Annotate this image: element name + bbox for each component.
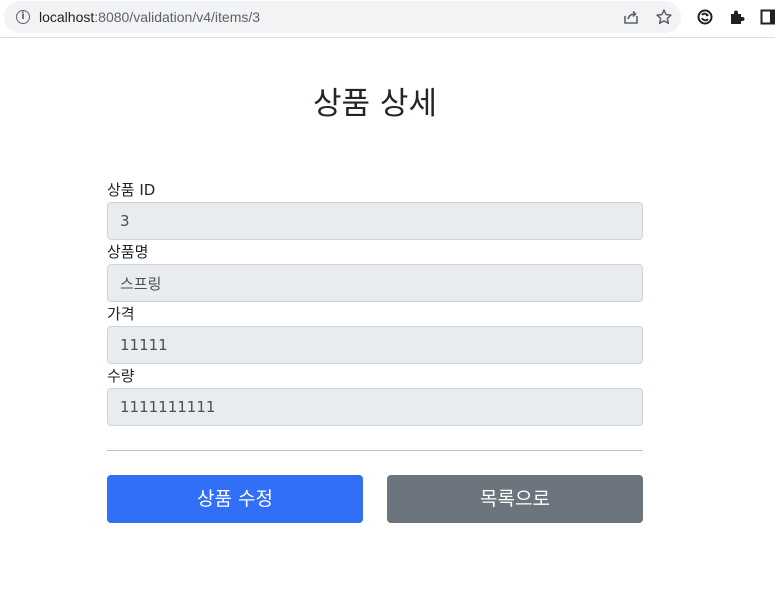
browser-toolbar: i localhost:8080/validation/v4/items/3 [0,0,775,38]
item-name-field[interactable] [107,264,643,302]
url-text[interactable]: localhost:8080/validation/v4/items/3 [39,8,260,26]
info-icon[interactable]: i [16,10,30,24]
address-bar[interactable]: i localhost:8080/validation/v4/items/3 [4,1,681,33]
side-panel-icon[interactable] [760,8,775,26]
item-name-label: 상품명 [107,243,149,261]
quantity-label: 수량 [107,367,135,385]
url-path: :8080/validation/v4/items/3 [94,9,261,25]
quantity-field[interactable] [107,388,643,426]
extensions-icon[interactable] [728,8,746,26]
share-icon[interactable] [622,8,640,26]
edit-item-button[interactable]: 상품 수정 [107,475,363,523]
star-icon[interactable] [655,8,673,26]
item-id-label: 상품 ID [107,181,156,199]
divider [107,450,643,451]
price-label: 가격 [107,305,135,323]
item-id-field[interactable] [107,202,643,240]
url-host: localhost [39,9,95,25]
price-field[interactable] [107,326,643,364]
page-title: 상품 상세 [313,86,437,122]
back-to-list-button[interactable]: 목록으로 [387,475,643,523]
sync-icon[interactable] [696,8,714,26]
